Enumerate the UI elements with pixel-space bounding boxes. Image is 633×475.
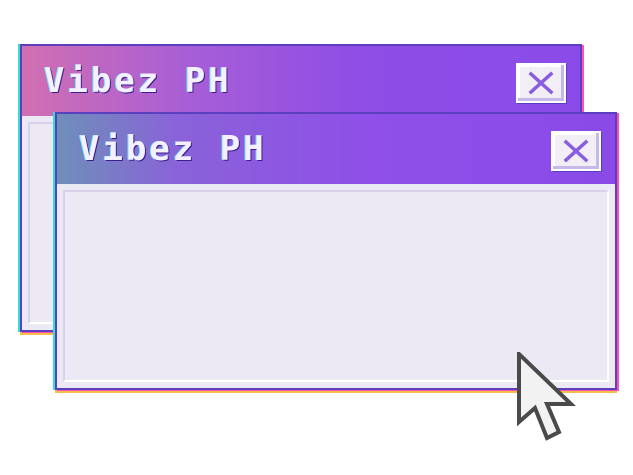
window-title: Vibez PH [79,129,267,169]
pointer-arrow-icon [517,352,576,441]
close-button[interactable] [551,131,601,171]
window-title: Vibez PH [44,61,232,101]
dialog-window-front[interactable]: Vibez PH [55,112,617,390]
close-icon [528,71,554,95]
close-button[interactable] [516,63,566,103]
title-bar[interactable]: Vibez PH [22,46,580,116]
close-icon [563,139,589,163]
title-bar[interactable]: Vibez PH [57,114,615,184]
